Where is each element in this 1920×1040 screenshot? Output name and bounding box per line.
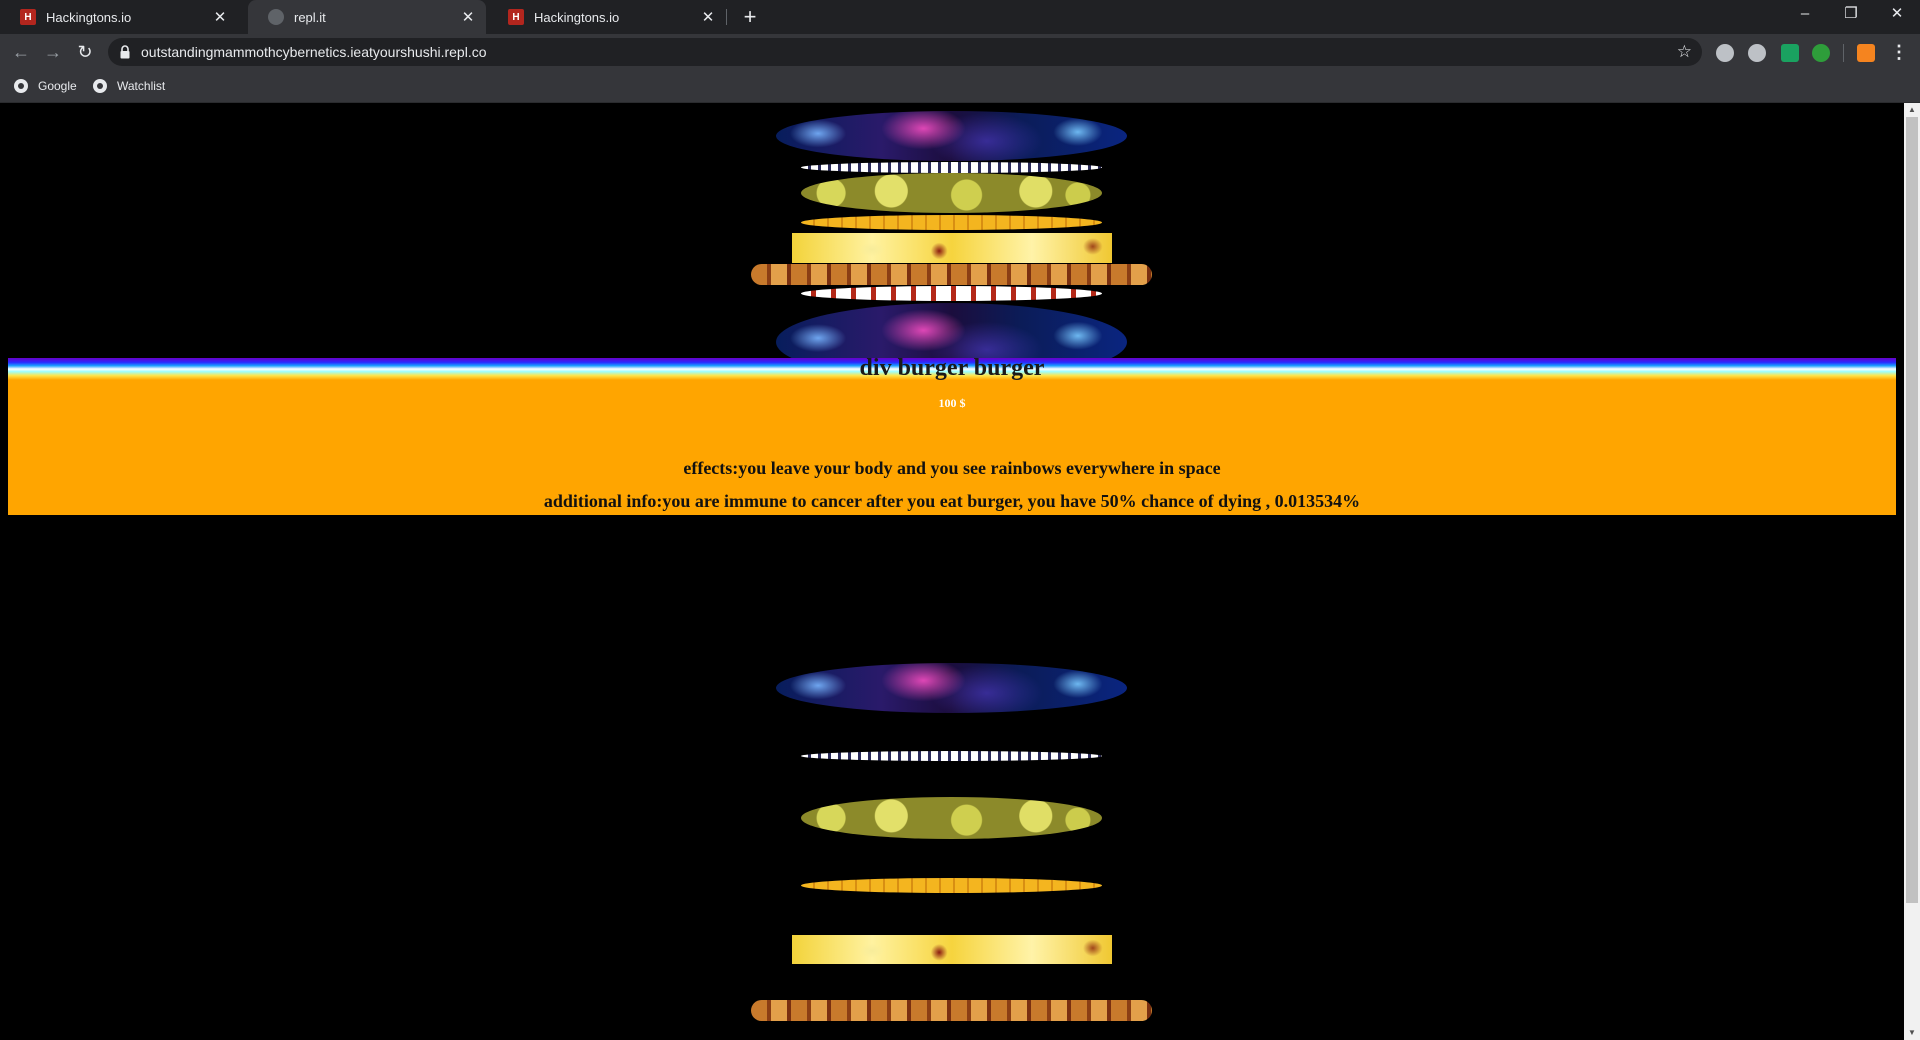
bookmark-google[interactable]: Google — [14, 70, 77, 102]
tab-title: Hackingtons.io — [534, 9, 620, 25]
ketchup-layer-image — [801, 286, 1102, 301]
patty-layer-image — [751, 264, 1152, 285]
restore-button[interactable]: ❐ — [1828, 0, 1874, 30]
browser-toolbar: ← → ↻ outstandingmammothcybernetics.ieat… — [0, 34, 1920, 70]
pickles-layer-image — [801, 797, 1102, 839]
scroll-up-arrow-icon[interactable]: ▲ — [1904, 103, 1920, 117]
tab-hackingtons-1[interactable]: H Hackingtons.io ✕ — [0, 0, 238, 34]
drive-icon[interactable] — [1716, 44, 1734, 62]
cheese-strip-image — [801, 878, 1102, 893]
burger-info-panel: div burger burger 100 $ effects:you leav… — [8, 355, 1896, 515]
page-viewport: div burger burger 100 $ effects:you leav… — [0, 103, 1904, 1040]
menu-icon[interactable]: ⋮ — [1890, 40, 1908, 64]
scroll-down-arrow-icon[interactable]: ▼ — [1904, 1026, 1920, 1040]
cheese-strip-image — [801, 215, 1102, 230]
forward-button[interactable]: → — [41, 40, 65, 64]
cheese-slice-image — [792, 935, 1112, 964]
translate-icon[interactable] — [1781, 44, 1799, 62]
url-text: outstandingmammothcybernetics.ieatyoursh… — [141, 44, 487, 60]
close-tab-icon[interactable]: ✕ — [698, 8, 718, 26]
address-bar[interactable]: outstandingmammothcybernetics.ieatyoursh… — [108, 38, 1702, 66]
lock-icon — [120, 45, 130, 59]
cheese-slice-image — [792, 233, 1112, 263]
tab-replit[interactable]: repl.it ✕ — [248, 0, 486, 34]
page-scrollbar[interactable]: ▲ ▼ — [1904, 103, 1920, 1040]
hackingtons-icon: H — [508, 9, 524, 25]
patty-layer-image — [751, 1000, 1152, 1021]
checker-layer-image — [801, 162, 1102, 173]
toolbar-separator — [1843, 44, 1844, 62]
metamask-icon[interactable] — [1857, 44, 1875, 62]
tab-separator — [726, 9, 727, 25]
new-tab-button[interactable]: + — [738, 5, 762, 29]
scroll-thumb[interactable] — [1906, 117, 1918, 903]
space-bun-top-image — [776, 111, 1127, 161]
tab-title: Hackingtons.io — [46, 9, 132, 25]
globe-icon — [14, 79, 28, 93]
page-title: div burger burger — [859, 355, 1045, 381]
close-tab-icon[interactable]: ✕ — [458, 8, 478, 26]
hackingtons-icon: H — [20, 9, 36, 25]
bookmark-label: Watchlist — [117, 79, 166, 93]
extension-icon[interactable] — [1748, 44, 1766, 62]
price-text: 100 $ — [938, 396, 966, 410]
tab-title: repl.it — [294, 9, 326, 25]
bookmark-label: Google — [38, 79, 77, 93]
close-tab-icon[interactable]: ✕ — [210, 8, 230, 26]
additional-info-text: additional info:you are immune to cancer… — [543, 491, 1361, 511]
space-bun-top-image — [776, 663, 1127, 713]
checker-layer-image — [801, 751, 1102, 761]
tab-hackingtons-2[interactable]: H Hackingtons.io ✕ — [488, 0, 726, 34]
window-close-button[interactable]: ✕ — [1874, 0, 1920, 30]
adblock-icon[interactable] — [1812, 44, 1830, 62]
back-button[interactable]: ← — [9, 40, 33, 64]
bookmarks-bar: Google Watchlist — [0, 70, 1920, 103]
globe-icon — [93, 79, 107, 93]
reload-button[interactable]: ↻ — [73, 40, 97, 64]
bookmark-star-icon[interactable]: ☆ — [1677, 38, 1692, 66]
effects-text: effects:you leave your body and you see … — [683, 458, 1221, 478]
tab-strip: H Hackingtons.io ✕ repl.it ✕ H Hackingto… — [0, 0, 1920, 34]
bookmark-watchlist[interactable]: Watchlist — [93, 70, 165, 102]
globe-icon — [268, 9, 284, 25]
pickles-layer-image — [801, 173, 1102, 213]
minimize-button[interactable]: – — [1782, 0, 1828, 30]
